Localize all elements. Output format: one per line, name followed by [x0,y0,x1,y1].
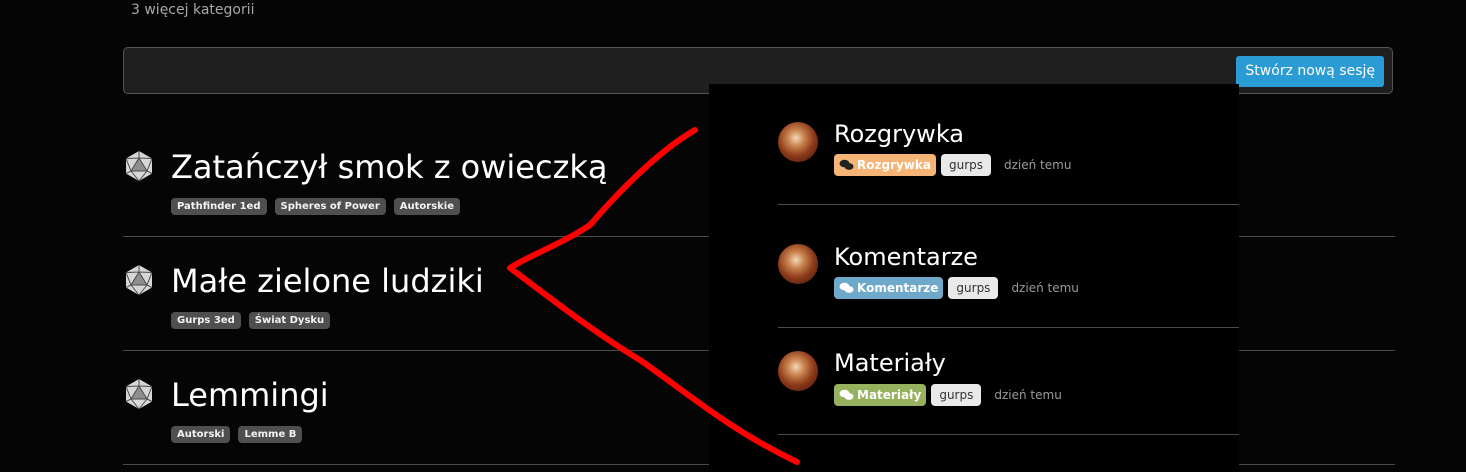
category-badge[interactable]: Rozgrywka [834,154,936,176]
session-title[interactable]: Małe zielone ludziki [171,261,484,301]
category-badge[interactable]: Komentarze [834,277,944,299]
category-tag[interactable]: gurps [948,277,999,299]
session-tag[interactable]: Świat Dysku [248,312,331,329]
timestamp: dzień temu [1004,158,1072,172]
session-tag[interactable]: Pathfinder 1ed [171,198,267,215]
session-tag[interactable]: Autorski [171,426,231,443]
session-title[interactable]: Zatańczył smok z owieczką [171,147,608,187]
category-tag[interactable]: gurps [931,384,982,406]
d20-die-icon [125,379,153,410]
more-categories-link[interactable]: 3 więcej kategorii [131,2,255,18]
d20-die-icon [125,265,153,296]
category-meta: Komentarze gurps dzień temu [834,277,1079,299]
category-item[interactable]: Komentarze Komentarze gurps dzień temu [778,205,1239,328]
category-meta: Rozgrywka gurps dzień temu [834,154,1071,176]
category-meta: Materiały gurps dzień temu [834,384,1062,406]
chat-bubbles-icon [839,159,854,170]
create-session-button[interactable]: Stwórz nową sesję [1236,56,1384,87]
session-tags: Pathfinder 1ed Spheres of Power Autorski… [171,198,461,215]
session-tag[interactable]: Autorskie [393,198,461,215]
category-name[interactable]: Komentarze [834,243,978,271]
session-tag[interactable]: Lemme B [238,426,303,443]
category-badge-label: Komentarze [857,281,939,295]
timestamp: dzień temu [994,388,1062,402]
category-item[interactable]: Materiały Materiały gurps dzień temu [778,328,1239,435]
category-tag[interactable]: gurps [940,154,991,176]
category-item[interactable]: Rozgrywka Rozgrywka gurps dzień temu [778,84,1239,205]
session-tags: Gurps 3ed Świat Dysku [171,312,331,329]
chat-bubbles-icon [839,389,854,400]
chat-bubbles-icon [839,282,854,293]
category-name[interactable]: Materiały [834,349,946,377]
session-tags: Autorski Lemme B [171,426,303,443]
category-name[interactable]: Rozgrywka [834,120,964,148]
avatar [778,122,818,162]
category-badge[interactable]: Materiały [834,384,927,406]
session-tag[interactable]: Gurps 3ed [171,312,241,329]
session-tag[interactable]: Spheres of Power [274,198,386,215]
category-panel: Rozgrywka Rozgrywka gurps dzień temu Kom… [709,84,1239,472]
timestamp: dzień temu [1011,281,1079,295]
session-title[interactable]: Lemmingi [171,375,329,415]
category-badge-label: Rozgrywka [857,158,931,172]
avatar [778,244,818,284]
category-badge-label: Materiały [857,388,922,402]
d20-die-icon [125,151,153,182]
avatar [778,351,818,391]
